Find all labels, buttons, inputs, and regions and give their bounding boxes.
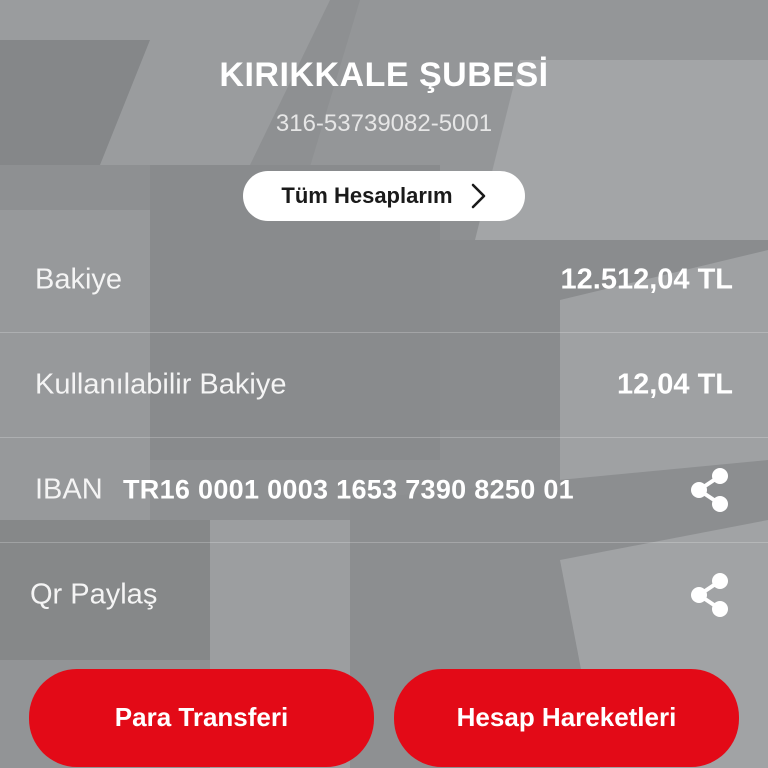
- available-balance-label: Kullanılabilir Bakiye: [35, 368, 287, 401]
- account-number: 316-53739082-5001: [275, 110, 493, 137]
- iban-share-icon[interactable]: [682, 462, 738, 518]
- iban-label: IBAN: [35, 473, 103, 506]
- iban-row: IBAN TR16 0001 0003 1653 7390 8250 01: [0, 438, 768, 543]
- balance-row: Bakiye 12.512,04 TL: [0, 228, 768, 333]
- available-balance-value: 12,04 TL: [616, 368, 733, 401]
- money-transfer-button[interactable]: Para Transferi: [29, 669, 374, 767]
- chevron-right-icon: [471, 183, 487, 209]
- account-detail-screen: KIRIKKALE ŞUBESİ 316-53739082-5001 Tüm H…: [0, 0, 768, 768]
- all-accounts-button[interactable]: Tüm Hesaplarım: [243, 171, 525, 221]
- qr-share-label: Qr Paylaş: [30, 578, 158, 611]
- all-accounts-label: Tüm Hesaplarım: [281, 183, 453, 208]
- iban-value: TR16 0001 0003 1653 7390 8250 01: [123, 474, 574, 505]
- qr-share-icon[interactable]: [682, 567, 738, 623]
- balance-label: Bakiye: [35, 263, 123, 296]
- account-history-button[interactable]: Hesap Hareketleri: [394, 669, 739, 767]
- branch-name: KIRIKKALE ŞUBESİ: [219, 56, 549, 94]
- qr-share-row[interactable]: Qr Paylaş: [0, 543, 768, 647]
- balance-value: 12.512,04 TL: [560, 263, 734, 296]
- available-balance-row: Kullanılabilir Bakiye 12,04 TL: [0, 333, 768, 438]
